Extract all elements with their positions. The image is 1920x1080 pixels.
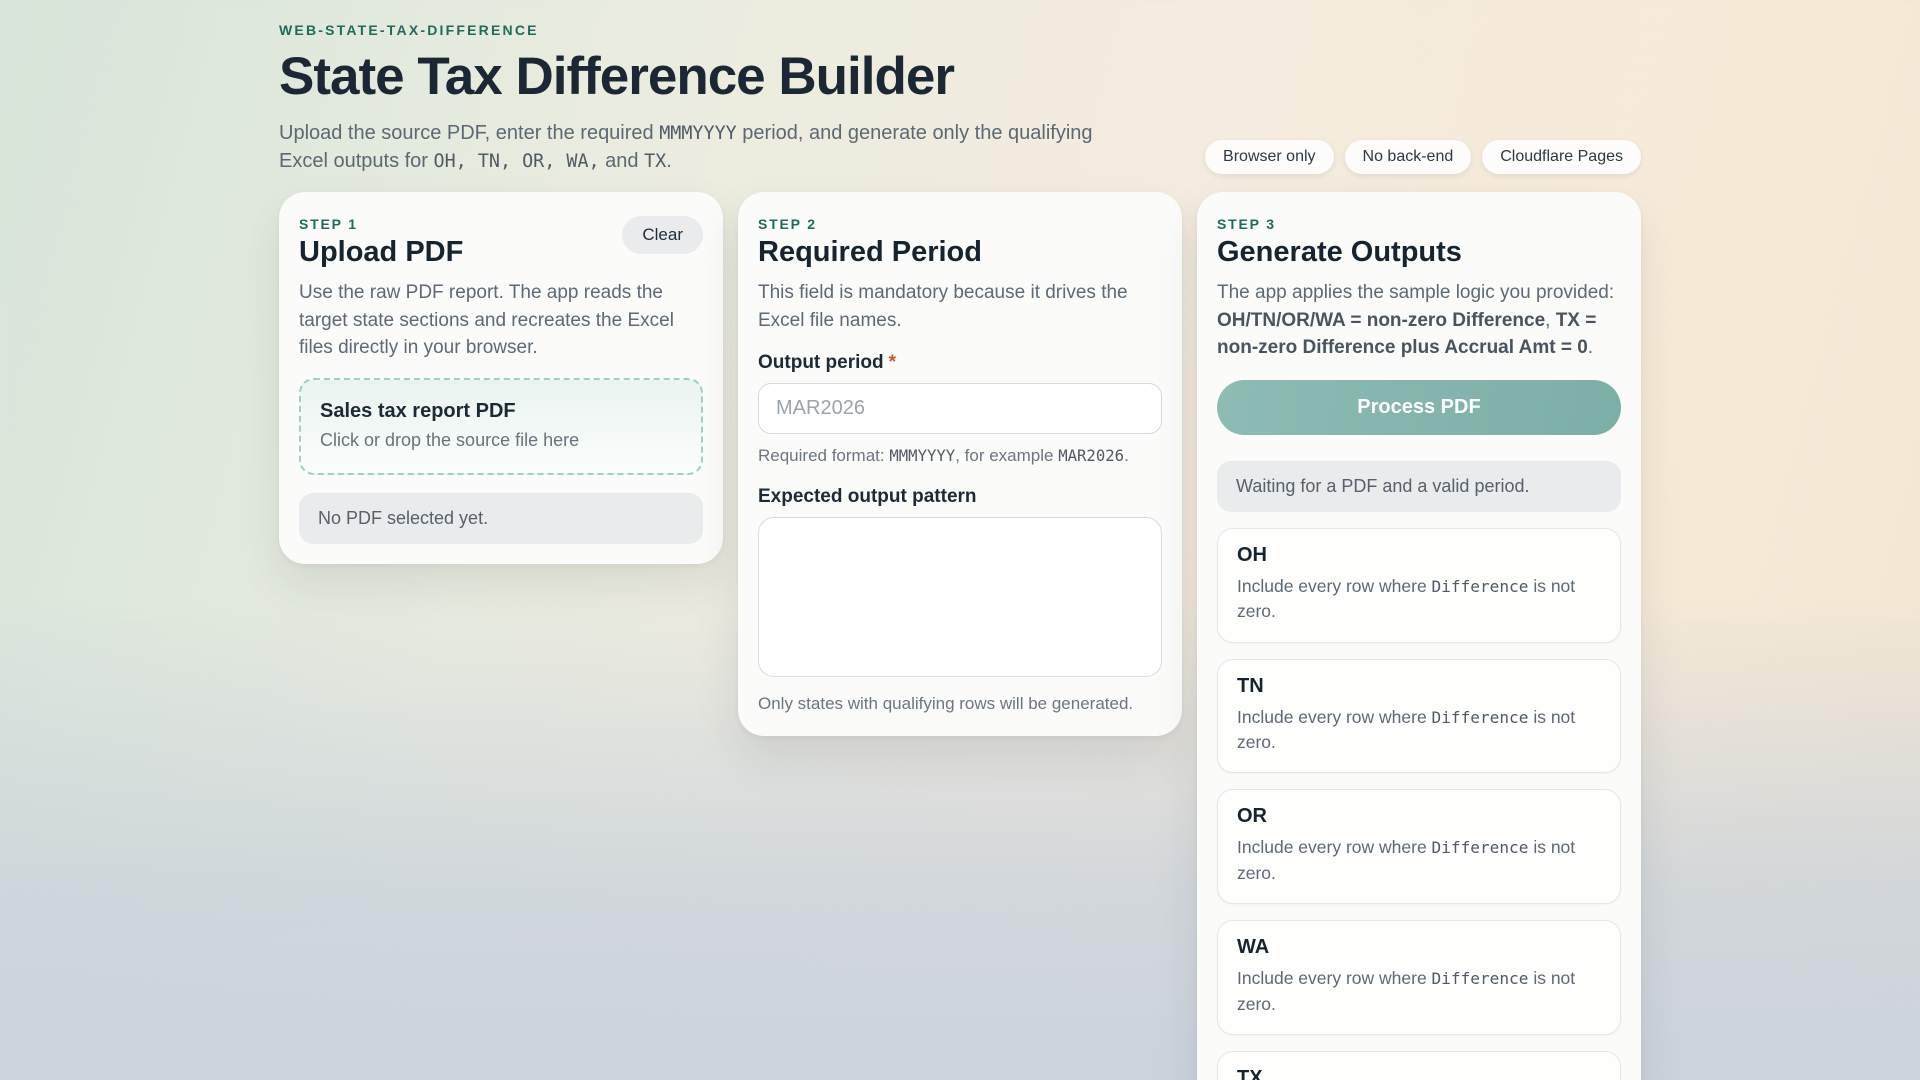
expected-output-pattern-textarea[interactable] [758,517,1162,678]
state-code: TX [1237,1066,1263,1080]
step1-title: Upload PDF [299,235,464,268]
output-period-hint: Required format: MMMYYYY, for example MA… [758,446,1129,466]
app-eyebrow: WEB-STATE-TAX-DIFFERENCE [279,22,539,38]
step2-title: Required Period [758,235,982,268]
step2-description: This field is mandatory because it drive… [758,281,1128,331]
output-period-label: Output period * [758,352,1162,374]
state-rule: Include every row where Difference is no… [1237,968,1576,1014]
step3-title: Generate Outputs [1217,235,1462,268]
header: WEB-STATE-TAX-DIFFERENCE State Tax Diffe… [279,22,1641,176]
state-card: OH Include every row where Difference is… [1217,527,1621,643]
step3-label: STEP 3 [1217,215,1276,232]
step2-label: STEP 2 [758,215,817,232]
state-card: TX Include only rows where Difference is… [1217,1050,1621,1080]
process-status: Waiting for a PDF and a valid period. [1217,460,1621,512]
output-period-input[interactable] [758,383,1162,435]
badge-no-backend: No back-end [1344,139,1472,174]
step1-description: Use the raw PDF report. The app reads th… [299,281,674,359]
state-card-list: OH Include every row where Difference is… [1217,527,1621,1080]
expected-output-pattern-label: Expected output pattern [758,486,977,508]
step2-required-period-card: STEP 2 Required Period This field is man… [738,191,1182,736]
page-title: State Tax Difference Builder [279,47,955,106]
badge-cloudflare-pages: Cloudflare Pages [1482,139,1641,174]
state-card: OR Include every row where Difference is… [1217,789,1621,905]
state-rule: Include every row where Difference is no… [1237,706,1576,753]
state-code: OR [1237,805,1267,828]
badge-row: Browser only No back-end Cloudflare Page… [1205,139,1641,174]
steps-grid: STEP 1 Upload PDF Clear Use the raw PDF … [279,191,1641,1080]
pdf-status: No PDF selected yet. [299,492,703,544]
state-code: TN [1237,674,1264,697]
state-card: TN Include every row where Difference is… [1217,658,1621,774]
step3-description: The app applies the sample logic you pro… [1217,281,1615,359]
state-code: OH [1237,543,1267,566]
process-pdf-button[interactable]: Process PDF [1217,379,1621,435]
page: WEB-STATE-TAX-DIFFERENCE State Tax Diffe… [279,0,1641,1080]
step1-card-head: STEP 1 Upload PDF Clear [299,215,703,279]
pattern-hint: Only states with qualifying rows will be… [758,694,1134,714]
state-card: WA Include every row where Difference is… [1217,920,1621,1035]
dropzone-hint: Click or drop the source file here [320,429,580,450]
badge-browser-only: Browser only [1205,139,1334,174]
step3-generate-outputs-card: STEP 3 Generate Outputs The app applies … [1197,191,1641,1080]
clear-button[interactable]: Clear [622,215,703,254]
step1-upload-pdf-card: STEP 1 Upload PDF Clear Use the raw PDF … [279,191,723,564]
state-code: WA [1237,936,1270,959]
page-subtitle: Upload the source PDF, enter the require… [279,122,1093,173]
dropzone-title: Sales tax report PDF [320,399,516,422]
output-period-label-text: Output period [758,352,884,374]
required-asterisk: * [888,352,896,374]
step1-label: STEP 1 [299,215,358,232]
state-rule: Include every row where Difference is no… [1237,837,1576,883]
state-rule: Include every row where Difference is no… [1237,575,1576,622]
pdf-dropzone[interactable]: Sales tax report PDF Click or drop the s… [299,377,703,475]
